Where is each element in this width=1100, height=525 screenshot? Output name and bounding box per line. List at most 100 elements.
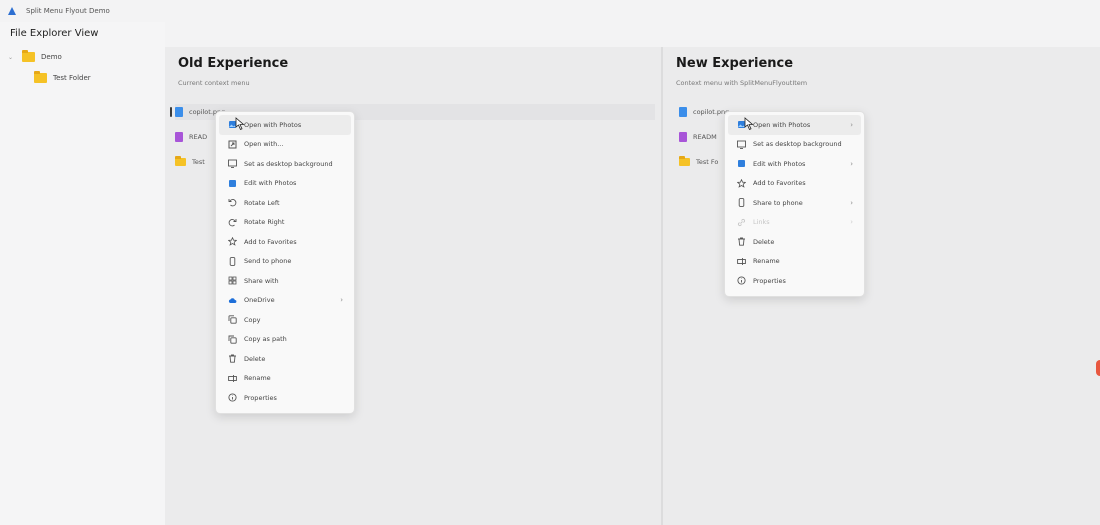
chevron-right-icon[interactable]: › [850,199,853,207]
markdown-file-icon [679,132,687,142]
menu-item-send-to-phone[interactable]: Send to phone [219,252,351,272]
properties-icon [228,393,237,402]
menu-item-edit-with-photos[interactable]: Edit with Photos [219,174,351,194]
menu-item-label: OneDrive [244,296,275,305]
rename-icon [228,374,237,383]
mouse-cursor-icon [235,117,245,131]
file-item[interactable]: copilot.png [679,104,729,120]
app-icon [8,7,16,15]
menu-item-label: Share to phone [753,198,803,207]
title-bar: Split Menu Flyout Demo [0,0,1100,22]
file-item[interactable]: READ [175,129,207,145]
menu-item-add-to-favorites[interactable]: Add to Favorites [219,232,351,252]
rotate-right-icon [228,218,237,227]
menu-item-edit-with-photos[interactable]: Edit with Photos › [728,154,861,174]
menu-item-rotate-right[interactable]: Rotate Right [219,213,351,233]
star-icon [228,237,237,246]
properties-icon [737,276,746,285]
menu-item-label: Delete [244,354,266,363]
desktop-background-icon [737,140,746,149]
context-menu-new: Open with Photos › Set as desktop backgr… [724,111,865,297]
menu-item-rotate-left[interactable]: Rotate Left [219,193,351,213]
menu-item-properties[interactable]: Properties [219,388,351,408]
file-name: READM [693,133,717,141]
menu-item-label: Rename [244,374,271,383]
sidebar-title: File Explorer View [10,28,99,39]
cloud-icon [228,296,237,305]
context-menu-old: Open with Photos Open with... Set as des… [215,111,355,414]
menu-item-label: Properties [753,276,786,285]
menu-item-label: Rotate Left [244,198,280,207]
mouse-cursor-icon [744,117,754,131]
panel-subtitle: Current context menu [178,79,250,87]
menu-item-set-desktop-background[interactable]: Set as desktop background [728,135,861,155]
menu-item-open-with[interactable]: Open with... [219,135,351,155]
menu-item-label: Rename [753,257,780,266]
menu-item-set-desktop-background[interactable]: Set as desktop background [219,154,351,174]
menu-item-label: Open with Photos [753,120,811,129]
menu-item-label: Add to Favorites [244,237,297,246]
old-experience-panel: Old Experience Current context menu copi… [165,47,661,525]
menu-item-add-to-favorites[interactable]: Add to Favorites [728,174,861,194]
menu-item-delete[interactable]: Delete [219,349,351,369]
tree-item-label: Demo [41,53,62,61]
menu-item-label: Links [753,218,770,227]
panel-title: New Experience [676,56,794,71]
chevron-down-icon[interactable]: ⌄ [8,54,16,61]
menu-item-copy-as-path[interactable]: Copy as path [219,330,351,350]
menu-item-delete[interactable]: Delete [728,232,861,252]
folder-icon [34,71,47,83]
menu-item-label: Rotate Right [244,218,285,227]
menu-item-label: Copy as path [244,335,287,344]
trash-icon [737,237,746,246]
tree-item-demo[interactable]: ⌄ Demo [8,50,62,64]
chevron-right-icon: › [850,218,853,227]
menu-item-share-with[interactable]: Share with [219,271,351,291]
folder-icon [22,50,35,62]
panel-title: Old Experience [178,56,289,71]
menu-item-copy[interactable]: Copy [219,310,351,330]
star-icon [737,178,746,188]
menu-item-rename[interactable]: Rename [219,369,351,389]
link-icon [737,218,746,227]
rotate-left-icon [228,198,237,207]
window-title: Split Menu Flyout Demo [26,7,110,15]
copy-icon [228,315,237,324]
tree-item-test-folder[interactable]: Test Folder [34,71,91,85]
menu-item-label: Share with [244,276,279,285]
file-name: READ [189,133,208,141]
menu-item-share-to-phone[interactable]: Share to phone › [728,193,861,213]
menu-item-links: Links › [728,213,861,233]
menu-item-label: Open with... [244,140,284,149]
chevron-right-icon[interactable]: › [850,121,853,129]
folder-icon [679,156,690,166]
chevron-right-icon: › [340,296,343,305]
menu-item-properties[interactable]: Properties [728,271,861,291]
file-item[interactable]: Test [175,154,205,170]
markdown-file-icon [175,132,183,142]
chevron-right-icon[interactable]: › [850,160,853,168]
menu-item-rename[interactable]: Rename [728,252,861,272]
new-experience-panel: New Experience Context menu with SplitMe… [663,47,1100,525]
menu-item-onedrive[interactable]: OneDrive › [219,291,351,311]
open-with-icon [228,140,237,149]
selection-indicator [170,107,172,117]
trash-icon [228,354,237,363]
copy-path-icon [228,335,237,344]
phone-icon [228,256,237,266]
menu-item-label: Open with Photos [244,120,302,129]
photos-edit-icon [228,179,237,188]
file-item[interactable]: READM [679,129,717,145]
folder-icon [175,156,186,166]
menu-item-label: Set as desktop background [244,159,333,168]
rename-icon [737,257,746,266]
tree-item-label: Test Folder [53,74,91,82]
file-item[interactable]: Test Fo [679,154,718,170]
menu-item-label: Properties [244,393,277,402]
share-icon [228,276,237,285]
menu-item-label: Send to phone [244,257,292,266]
file-name: Test Fo [696,158,719,166]
menu-item-label: Set as desktop background [753,140,842,149]
file-name: Test [192,158,205,166]
panel-subtitle: Context menu with SplitMenuFlyoutItem [676,79,808,87]
